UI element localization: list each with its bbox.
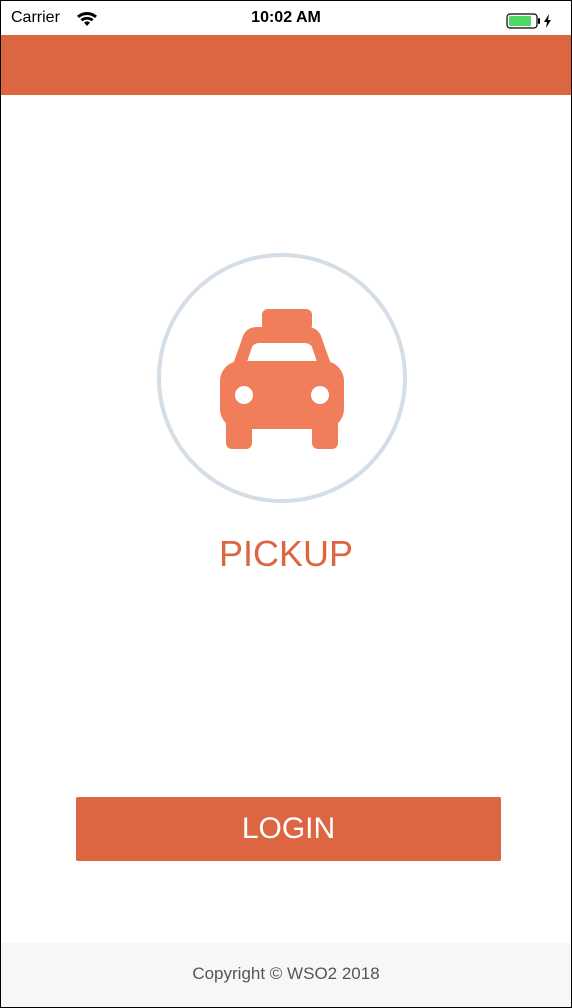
battery-charging-icon xyxy=(506,13,556,29)
copyright-text: Copyright © WSO2 2018 xyxy=(192,964,380,983)
footer: Copyright © WSO2 2018 xyxy=(1,943,571,1007)
app-header-bar xyxy=(1,35,571,95)
app-title: PICKUP xyxy=(218,533,354,574)
status-time: 10:02 AM xyxy=(251,9,321,26)
login-button[interactable]: LOGIN xyxy=(76,797,501,861)
app-screen: Carrier 10:02 AM PICKUP LOGIN Copyright … xyxy=(0,0,572,1008)
taxi-icon xyxy=(212,309,352,449)
status-bar: Carrier 10:02 AM xyxy=(1,1,571,35)
